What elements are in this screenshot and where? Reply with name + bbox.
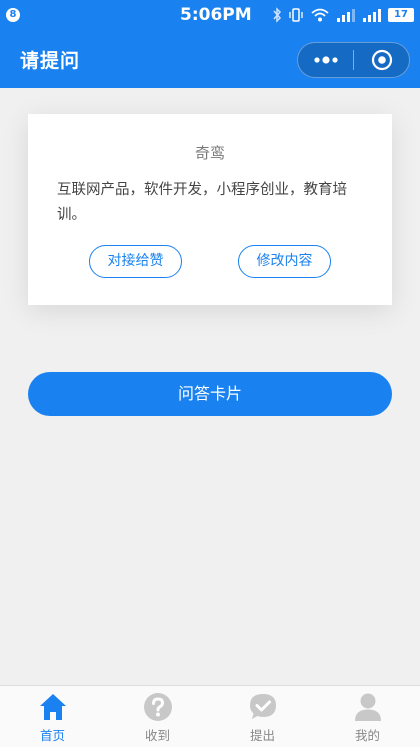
tab-mine[interactable]: 我的 bbox=[315, 686, 420, 747]
bluetooth-icon bbox=[273, 7, 282, 23]
tab-submitted-label: 提出 bbox=[249, 728, 275, 743]
tab-submitted[interactable]: 提出 bbox=[210, 686, 315, 747]
notification-badge: 8 bbox=[6, 8, 20, 22]
nav-bar: 请提问 bbox=[0, 30, 420, 88]
vibrate-icon bbox=[289, 8, 303, 22]
page-title: 请提问 bbox=[20, 50, 81, 72]
card-description: 互联网产品，软件开发，小程序创业，教育培训。 bbox=[57, 182, 347, 223]
profile-card: 奇鸾 互联网产品，软件开发，小程序创业，教育培训。 对接给赞 修改内容 bbox=[28, 114, 392, 305]
status-bar: 8 5:06PM 17 bbox=[0, 0, 420, 30]
target-icon bbox=[371, 49, 392, 71]
tab-mine-label: 我的 bbox=[354, 728, 380, 743]
check-icon bbox=[249, 694, 276, 719]
more-dots-icon bbox=[313, 56, 338, 64]
tab-received[interactable]: 收到 bbox=[105, 686, 210, 747]
battery-icon: 17 bbox=[388, 8, 414, 22]
tab-home[interactable]: 首页 bbox=[0, 686, 105, 747]
close-miniprogram-button[interactable] bbox=[354, 43, 409, 77]
qa-card-button[interactable]: 问答卡片 bbox=[28, 372, 392, 416]
tab-received-label: 收到 bbox=[144, 728, 170, 743]
connect-like-button[interactable]: 对接给赞 bbox=[89, 245, 182, 278]
miniprogram-capsule bbox=[297, 42, 410, 78]
status-time: 5:06PM bbox=[180, 5, 252, 25]
edit-content-button[interactable]: 修改内容 bbox=[238, 245, 331, 278]
status-icons: 17 bbox=[272, 6, 414, 24]
wifi-icon bbox=[311, 8, 329, 22]
signal-icon-1 bbox=[337, 9, 355, 22]
tab-home-label: 首页 bbox=[39, 728, 65, 743]
more-button[interactable] bbox=[298, 43, 353, 77]
tab-bar: 首页 收到 提出 我的 bbox=[0, 685, 420, 747]
home-icon bbox=[39, 694, 66, 720]
question-icon bbox=[143, 693, 172, 721]
card-name: 奇鸾 bbox=[194, 144, 225, 162]
signal-icon-2 bbox=[363, 9, 381, 22]
person-icon bbox=[354, 693, 381, 721]
